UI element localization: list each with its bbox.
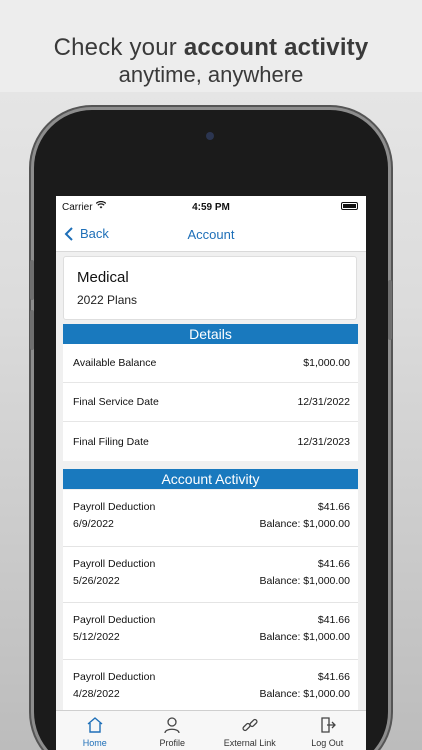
detail-row-final-filing-date: Final Filing Date 12/31/2023 [63,422,358,461]
detail-value: 12/31/2022 [297,396,350,408]
detail-label: Available Balance [73,357,157,369]
page-title: Account [187,227,235,242]
activity-amount: $41.66 [317,501,350,513]
tab-external-link[interactable]: External Link [211,711,289,750]
activity-item[interactable]: Payroll Deduction 5/12/2022 $41.66 Balan… [63,603,358,660]
activity-description: Payroll Deduction [73,670,156,683]
app-screen: Carrier 4:59 PM Back Account Medical 202… [56,196,366,750]
tab-home[interactable]: Home [56,711,134,750]
activity-date: 5/12/2022 [73,631,120,643]
activity-list: Payroll Deduction 6/9/2022 $41.66 Balanc… [63,490,358,710]
logout-icon [321,717,337,733]
account-content[interactable]: Medical 2022 Plans Details Available Bal… [56,252,366,710]
activity-balance: Balance: $1,000.00 [259,631,351,643]
promo-headline: Check your account activity [0,34,422,62]
activity-description: Payroll Deduction [73,614,156,626]
promo-headline-bold: account activity [183,34,369,61]
activity-item[interactable]: Payroll Deduction 6/9/2022 $41.66 Balanc… [63,490,358,547]
detail-label: Final Filing Date [73,435,149,448]
tab-profile[interactable]: Profile [134,711,212,750]
plan-subtitle: 2022 Plans [77,293,138,307]
tab-label: Home [82,738,107,748]
details-list: Available Balance $1,000.00 Final Servic… [63,344,358,461]
profile-icon [164,717,180,734]
activity-description: Payroll Deduction [73,557,156,570]
activity-amount: $41.66 [317,557,350,570]
promo-banner: Check your account activity anytime, any… [0,0,422,92]
home-icon [87,717,103,733]
detail-label: Final Service Date [73,396,159,408]
tab-label: Log Out [311,738,344,748]
activity-description: Payroll Deduction [73,501,156,513]
navigation-bar: Back Account [56,218,366,252]
detail-value: 12/31/2023 [297,435,350,448]
tab-bar: Home Profile External Link Log Out [56,710,366,750]
tab-log-out[interactable]: Log Out [289,711,367,750]
plan-card: Medical 2022 Plans [63,256,357,320]
activity-amount: $41.66 [317,670,350,683]
battery-icon [341,202,358,210]
detail-value: $1,000.00 [303,357,350,369]
tab-label: Profile [159,738,185,748]
activity-item[interactable]: Payroll Deduction 4/28/2022 $41.66 Balan… [63,659,358,710]
promo-subline: anytime, anywhere [118,62,304,87]
promo-headline-prefix: Check your [53,34,184,61]
plan-name: Medical [77,269,129,286]
account-activity-header: Account Activity [63,469,358,489]
detail-row-available-balance: Available Balance $1,000.00 [63,344,358,383]
details-header: Details [63,324,358,344]
link-icon [242,718,258,732]
activity-date: 4/28/2022 [73,687,120,700]
activity-date: 5/26/2022 [73,574,120,587]
activity-amount: $41.66 [317,614,350,626]
activity-balance: Balance: $1,000.00 [259,518,351,530]
side-button [30,310,34,350]
status-bar: Carrier 4:59 PM [56,196,366,218]
side-button [30,260,34,300]
camera-icon [206,132,214,140]
activity-balance: Balance: $1,000.00 [259,687,351,700]
status-time: 4:59 PM [192,202,230,213]
side-button [388,280,392,340]
activity-date: 6/9/2022 [73,518,114,530]
activity-balance: Balance: $1,000.00 [259,574,351,587]
activity-item[interactable]: Payroll Deduction 5/26/2022 $41.66 Balan… [63,546,358,603]
tab-label: External Link [223,738,276,748]
detail-row-final-service-date: Final Service Date 12/31/2022 [63,383,358,422]
